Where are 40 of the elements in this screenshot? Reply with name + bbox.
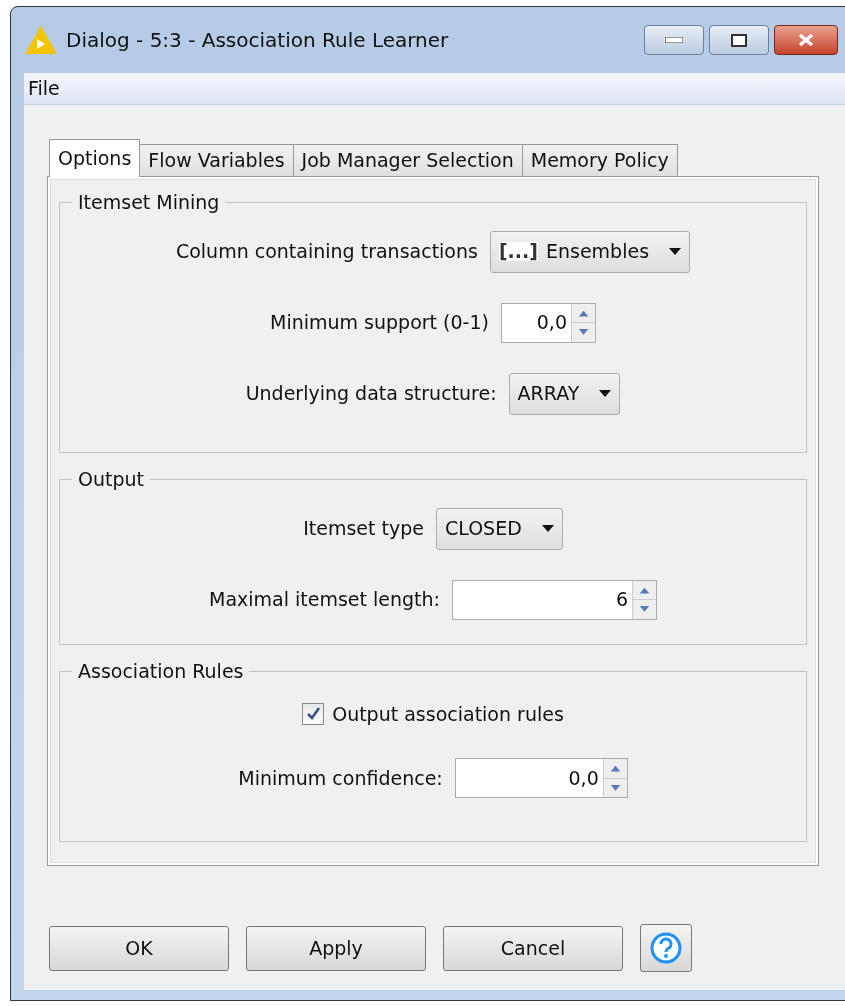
maximize-icon <box>731 33 747 47</box>
tab[interactable]: Options <box>49 139 141 177</box>
tab[interactable]: Flow Variables <box>139 144 294 177</box>
checkbox[interactable] <box>302 702 325 725</box>
app-logo-icon <box>24 25 58 55</box>
dialog-button[interactable]: OK <box>49 925 229 971</box>
dialog-button[interactable]: Cancel <box>443 925 623 971</box>
minimize-icon <box>665 37 683 43</box>
field-label: Underlying data structure: <box>245 381 497 407</box>
help-icon <box>650 932 682 964</box>
maximize-button[interactable] <box>709 25 769 55</box>
tab[interactable]: Memory Policy <box>521 144 678 177</box>
number-spinner[interactable]: 6 <box>452 579 657 620</box>
dropdown[interactable]: [...] Ensembles <box>489 230 691 273</box>
number-spinner[interactable]: 0,0 <box>454 758 628 798</box>
field-label: Itemset type <box>303 516 424 542</box>
group-title: Output <box>78 468 144 490</box>
check-icon <box>305 706 321 722</box>
number-spinner[interactable]: 0,0 <box>500 302 596 343</box>
help-button[interactable] <box>640 924 692 972</box>
field-label: Minimum support (0-1) <box>270 310 489 336</box>
field-label: Maximal itemset length: <box>209 587 440 613</box>
tab[interactable]: Job Manager Selection <box>292 144 523 177</box>
group-title: Association Rules <box>78 660 244 682</box>
caret-icon <box>599 390 612 397</box>
close-icon <box>797 33 815 47</box>
close-button[interactable] <box>774 25 838 55</box>
minimize-button[interactable] <box>644 25 704 55</box>
caret-icon <box>541 525 554 532</box>
dialog-button[interactable]: Apply <box>246 925 426 971</box>
dropdown[interactable]: ARRAY <box>508 372 621 415</box>
group-title: Itemset Mining <box>78 191 220 213</box>
dropdown[interactable]: CLOSED <box>435 507 563 550</box>
caret-icon <box>669 248 682 255</box>
checkbox-label: Output association rules <box>332 701 564 727</box>
window-title: Dialog - 5:3 - Association Rule Learner <box>66 27 449 54</box>
field-label: Minimum confidence: <box>238 765 443 791</box>
menu-item[interactable]: File <box>24 74 64 103</box>
field-label: Column containing transactions <box>175 239 478 265</box>
column-type-icon: [...] <box>498 242 538 261</box>
